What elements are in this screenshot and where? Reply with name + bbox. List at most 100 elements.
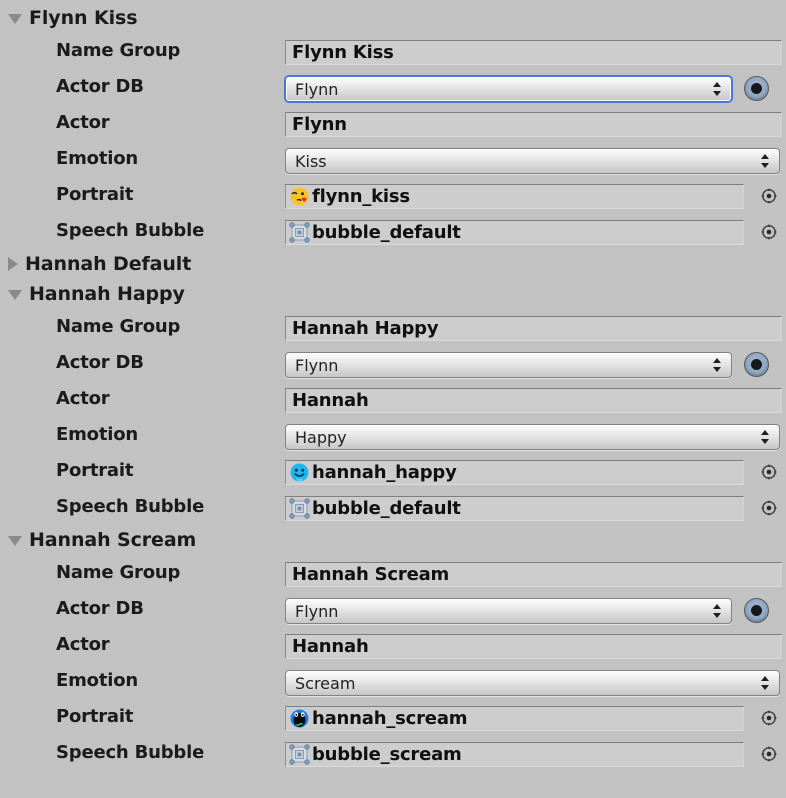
triangle-down-icon[interactable]: [8, 290, 22, 300]
label-actor-db: Actor DB: [56, 76, 144, 97]
name-group-input-value: Flynn Kiss: [292, 42, 394, 63]
target-circle-icon[interactable]: [761, 188, 777, 204]
label-portrait: Portrait: [56, 460, 134, 481]
happy-face-cyan-emoji: [286, 462, 310, 483]
label-speech-bubble: Speech Bubble: [56, 496, 205, 517]
property-row: Portrait hannah_happy: [0, 453, 786, 489]
inspector-panel: Flynn Kiss Name Group Flynn Kiss Actor DB Fl…: [0, 0, 786, 798]
speech-bubble-object-field[interactable]: bubble_default: [285, 220, 744, 245]
kissing-face-emoji: [286, 186, 310, 207]
property-row: Emotion Scream: [0, 663, 786, 699]
label-speech-bubble: Speech Bubble: [56, 742, 205, 763]
property-row: Emotion Happy: [0, 417, 786, 453]
name-group-input[interactable]: Hannah Happy: [285, 316, 782, 341]
property-row: Actor DB Flynn: [0, 345, 786, 381]
triangle-right-icon[interactable]: [8, 257, 18, 271]
label-emotion: Emotion: [56, 424, 138, 445]
property-row: Actor Hannah: [0, 381, 786, 417]
up-down-arrow-icon: [761, 153, 770, 169]
screaming-face-blue-emoji: [286, 708, 310, 729]
actor-input[interactable]: Flynn: [285, 112, 782, 137]
group-header-3[interactable]: Hannah Happy: [0, 279, 185, 309]
portrait-object-field[interactable]: hannah_happy: [285, 460, 744, 485]
radio-selected-icon[interactable]: [744, 76, 769, 101]
speech-bubble-object-field[interactable]: bubble_default: [285, 496, 744, 521]
actor-input-value: Hannah: [292, 636, 369, 657]
label-actor-db: Actor DB: [56, 598, 144, 619]
actor-input-value: Hannah: [292, 390, 369, 411]
actor-db-dropdown-value: Flynn: [295, 355, 339, 375]
group-title: Hannah Default: [25, 253, 192, 275]
name-group-input[interactable]: Flynn Kiss: [285, 40, 782, 65]
property-row: Name Group Hannah Happy: [0, 309, 786, 345]
property-row: Portrait hannah_scream: [0, 699, 786, 735]
actor-input-value: Flynn: [292, 114, 347, 135]
property-row: Actor DB Flynn: [0, 591, 786, 627]
actor-input[interactable]: Hannah: [285, 388, 782, 413]
target-circle-icon[interactable]: [761, 224, 777, 240]
actor-db-dropdown[interactable]: Flynn: [285, 352, 732, 378]
group-title: Hannah Scream: [29, 529, 197, 551]
group-title: Hannah Happy: [29, 283, 185, 305]
up-down-arrow-icon: [761, 675, 770, 691]
speech-bubble-object-field-value: bubble_default: [312, 498, 461, 519]
property-row: Actor Hannah: [0, 627, 786, 663]
label-actor: Actor: [56, 388, 110, 409]
emotion-dropdown[interactable]: Scream: [285, 670, 780, 696]
property-row: Emotion Kiss: [0, 141, 786, 177]
property-row: Actor DB Flynn: [0, 69, 786, 105]
emotion-dropdown[interactable]: Kiss: [285, 148, 780, 174]
label-portrait: Portrait: [56, 706, 134, 727]
emotion-dropdown-value: Kiss: [295, 151, 327, 171]
actor-db-dropdown-value: Flynn: [295, 601, 339, 621]
emotion-dropdown-value: Scream: [295, 673, 356, 693]
sprite-asset-icon: [286, 744, 310, 765]
actor-db-dropdown[interactable]: Flynn: [285, 76, 732, 102]
triangle-down-icon[interactable]: [8, 14, 22, 24]
property-row: Portrait flynn_kiss: [0, 177, 786, 213]
label-emotion: Emotion: [56, 148, 138, 169]
portrait-object-field[interactable]: flynn_kiss: [285, 184, 744, 209]
target-circle-icon[interactable]: [761, 500, 777, 516]
speech-bubble-object-field-value: bubble_scream: [312, 744, 462, 765]
name-group-input-value: Hannah Happy: [292, 318, 439, 339]
label-actor-db: Actor DB: [56, 352, 144, 373]
label-emotion: Emotion: [56, 670, 138, 691]
portrait-object-field-value: hannah_scream: [312, 708, 468, 729]
sprite-asset-icon: [286, 222, 310, 243]
label-name-group: Name Group: [56, 40, 181, 61]
emotion-dropdown[interactable]: Happy: [285, 424, 780, 450]
group-header-1[interactable]: Flynn Kiss: [0, 3, 138, 33]
portrait-object-field[interactable]: hannah_scream: [285, 706, 744, 731]
property-row: Speech Bubble bubble_default: [0, 213, 786, 249]
group-header-4[interactable]: Hannah Scream: [0, 525, 196, 555]
label-actor: Actor: [56, 112, 110, 133]
name-group-input[interactable]: Hannah Scream: [285, 562, 782, 587]
label-name-group: Name Group: [56, 316, 181, 337]
up-down-arrow-icon: [713, 81, 722, 97]
actor-db-dropdown-value: Flynn: [295, 79, 339, 99]
name-group-input-value: Hannah Scream: [292, 564, 450, 585]
property-row: Name Group Flynn Kiss: [0, 33, 786, 69]
group-header-2[interactable]: Hannah Default: [0, 249, 191, 279]
property-row: Speech Bubble bubble_default: [0, 489, 786, 525]
portrait-object-field-value: hannah_happy: [312, 462, 457, 483]
target-circle-icon[interactable]: [761, 710, 777, 726]
label-portrait: Portrait: [56, 184, 134, 205]
actor-db-dropdown[interactable]: Flynn: [285, 598, 732, 624]
label-speech-bubble: Speech Bubble: [56, 220, 205, 241]
property-row: Name Group Hannah Scream: [0, 555, 786, 591]
triangle-down-icon[interactable]: [8, 536, 22, 546]
property-row: Actor Flynn: [0, 105, 786, 141]
speech-bubble-object-field-value: bubble_default: [312, 222, 461, 243]
radio-selected-icon[interactable]: [744, 352, 769, 377]
sprite-asset-icon: [286, 498, 310, 519]
actor-input[interactable]: Hannah: [285, 634, 782, 659]
label-actor: Actor: [56, 634, 110, 655]
radio-selected-icon[interactable]: [744, 598, 769, 623]
emotion-dropdown-value: Happy: [295, 427, 347, 447]
target-circle-icon[interactable]: [761, 746, 777, 762]
property-row: Speech Bubble bubble_scream: [0, 735, 786, 771]
target-circle-icon[interactable]: [761, 464, 777, 480]
speech-bubble-object-field[interactable]: bubble_scream: [285, 742, 744, 767]
